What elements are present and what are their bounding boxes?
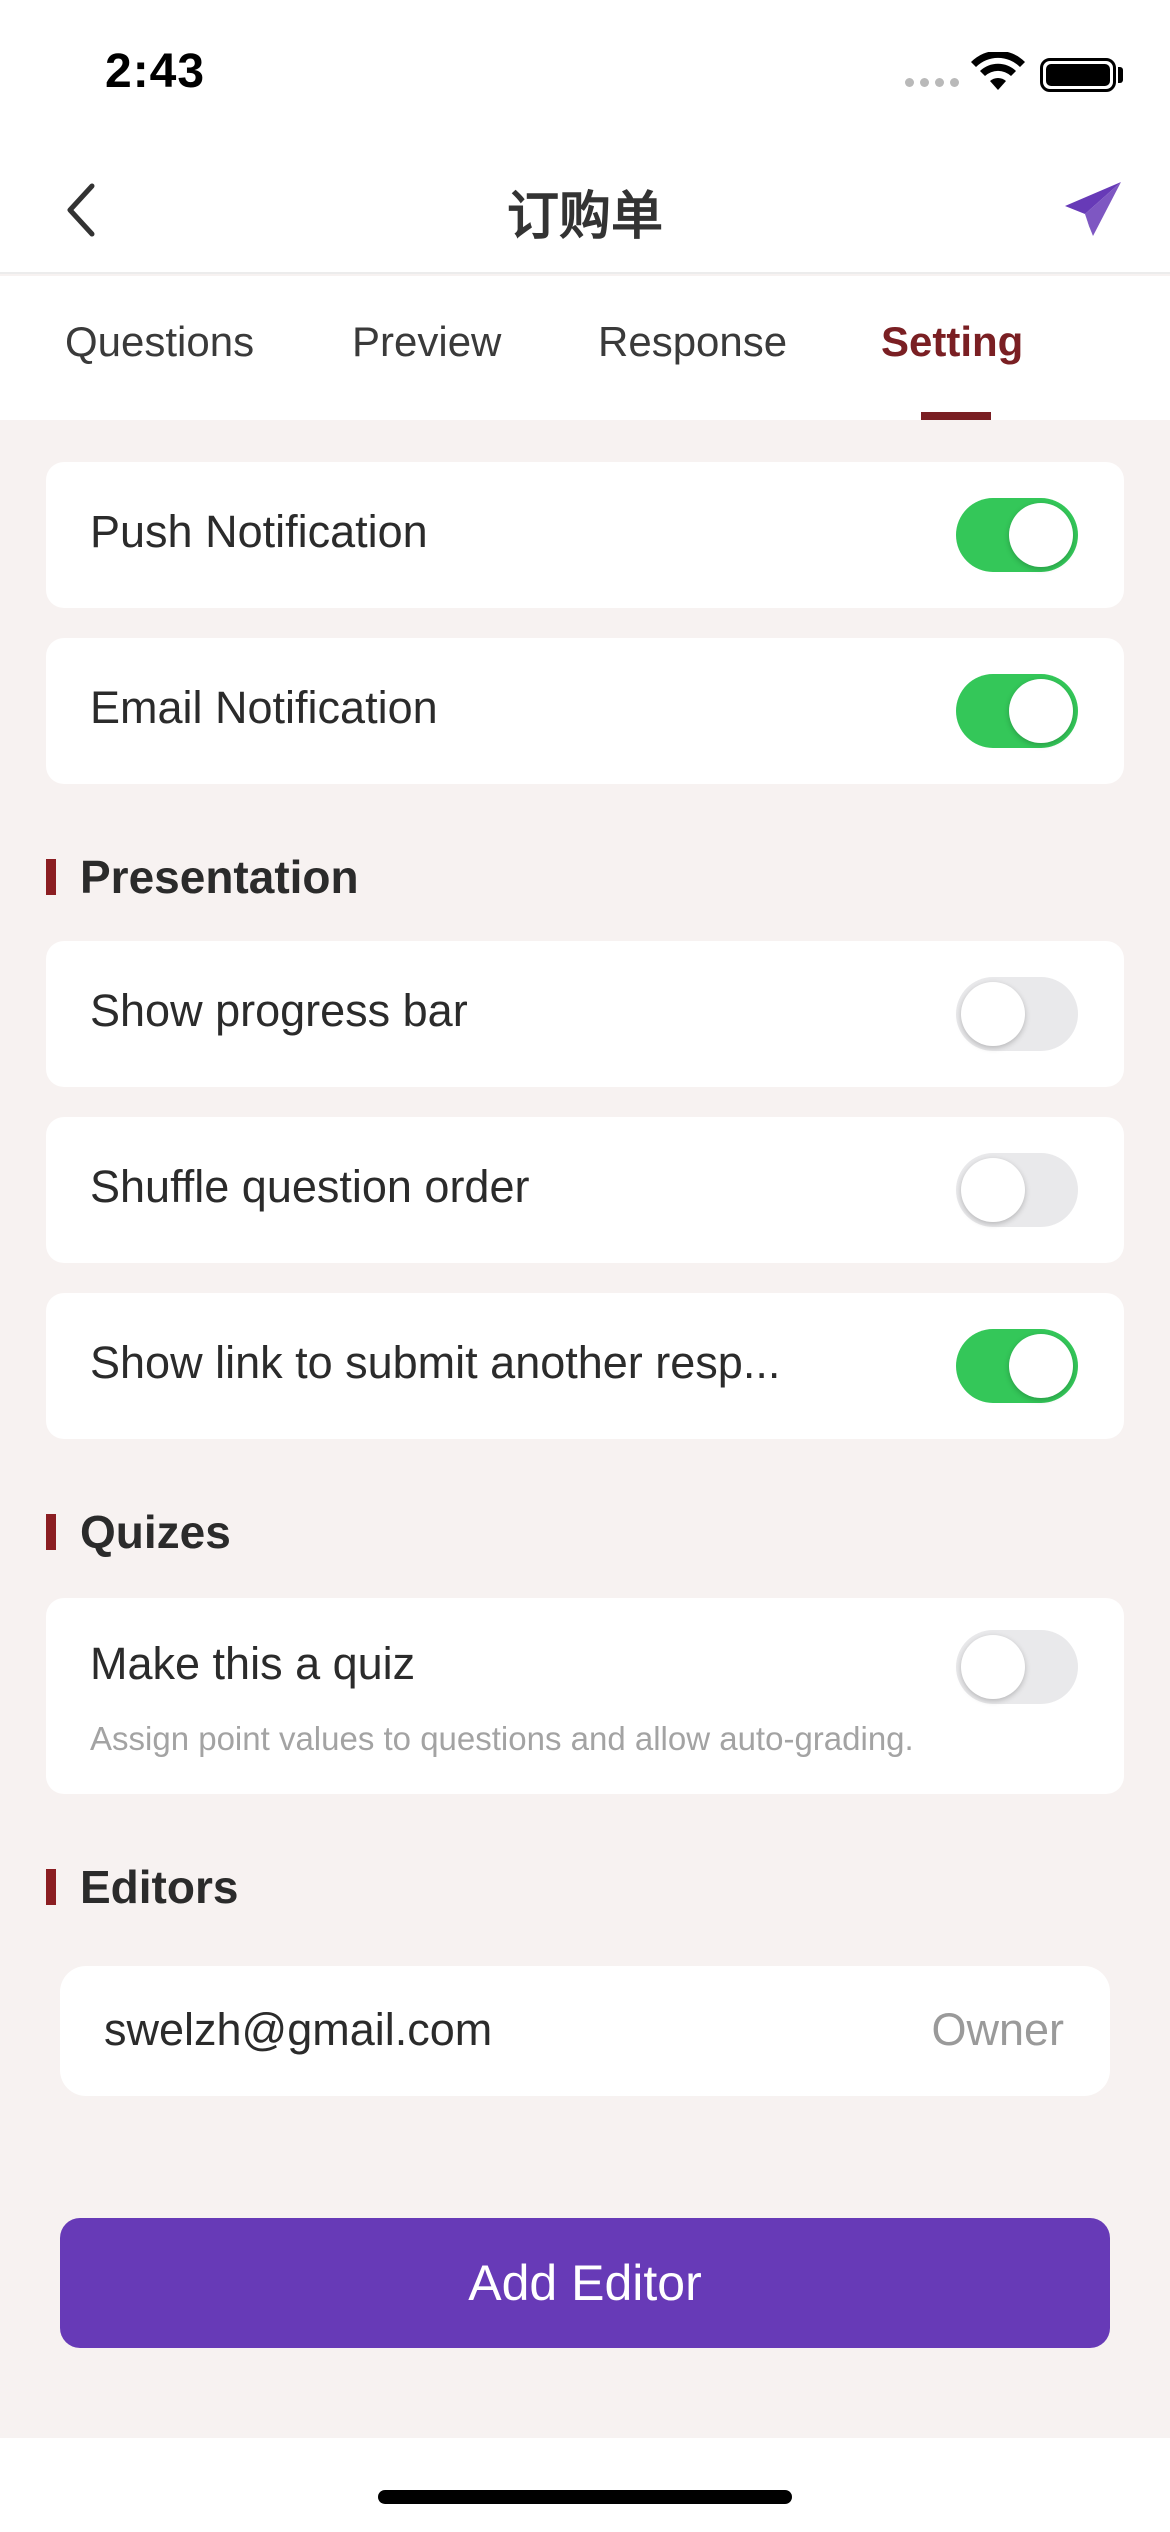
paper-plane-icon [1065, 182, 1121, 236]
make-quiz-label: Make this a quiz [90, 1638, 416, 1689]
wifi-icon [971, 52, 1025, 90]
editors-section-title: Editors [80, 1861, 239, 1913]
email-notification-toggle[interactable] [956, 674, 1078, 748]
send-button[interactable] [1055, 172, 1131, 248]
tab-response[interactable]: Response [598, 318, 787, 366]
quizes-section-title: Quizes [80, 1506, 231, 1558]
make-quiz-description: Assign point values to questions and all… [90, 1720, 914, 1757]
bottom-safe-area [0, 2438, 1170, 2532]
submit-another-response-label: Show link to submit another resp... [90, 1337, 781, 1388]
battery-icon [1040, 58, 1116, 92]
push-notification-row: Push Notification [46, 462, 1124, 608]
tab-bar: Questions Preview Response Setting [0, 276, 1170, 420]
settings-screen: 2:43 订购单 Questions Preview Response Sett… [0, 0, 1170, 2532]
submit-another-response-toggle[interactable] [956, 1329, 1078, 1403]
editor-email: swelzh@gmail.com [104, 2004, 493, 2055]
make-quiz-toggle[interactable] [956, 1630, 1078, 1704]
editor-list-item[interactable]: swelzh@gmail.com Owner [60, 1966, 1110, 2096]
section-marker [46, 1869, 56, 1905]
home-indicator [378, 2490, 792, 2504]
email-notification-row: Email Notification [46, 638, 1124, 784]
editor-role: Owner [931, 2004, 1064, 2055]
page-title: 订购单 [506, 187, 663, 247]
quizes-section-header: Quizes [46, 1505, 231, 1559]
cellular-signal-icon [905, 78, 959, 87]
show-progress-bar-row: Show progress bar [46, 941, 1124, 1087]
show-progress-bar-toggle[interactable] [956, 977, 1078, 1051]
push-notification-label: Push Notification [90, 506, 428, 557]
email-notification-label: Email Notification [90, 682, 438, 733]
tab-questions[interactable]: Questions [65, 318, 254, 366]
status-bar: 2:43 [0, 0, 1170, 150]
status-time: 2:43 [105, 45, 206, 98]
presentation-section-header: Presentation [46, 850, 359, 904]
add-editor-button[interactable]: Add Editor [60, 2218, 1110, 2348]
battery-nub [1118, 67, 1123, 83]
make-quiz-row: Make this a quiz Assign point values to … [46, 1598, 1124, 1794]
tab-preview[interactable]: Preview [352, 318, 501, 366]
show-progress-bar-label: Show progress bar [90, 985, 468, 1036]
tab-setting[interactable]: Setting [881, 318, 1023, 366]
submit-another-response-row: Show link to submit another resp... [46, 1293, 1124, 1439]
section-marker [46, 1514, 56, 1550]
shuffle-question-order-label: Shuffle question order [90, 1161, 530, 1212]
editors-section-header: Editors [46, 1860, 238, 1914]
shuffle-question-order-toggle[interactable] [956, 1153, 1078, 1227]
navigation-bar: 订购单 [0, 150, 1170, 274]
presentation-section-title: Presentation [80, 851, 359, 903]
push-notification-toggle[interactable] [956, 498, 1078, 572]
section-marker [46, 859, 56, 895]
active-tab-indicator [921, 412, 991, 420]
shuffle-question-order-row: Shuffle question order [46, 1117, 1124, 1263]
